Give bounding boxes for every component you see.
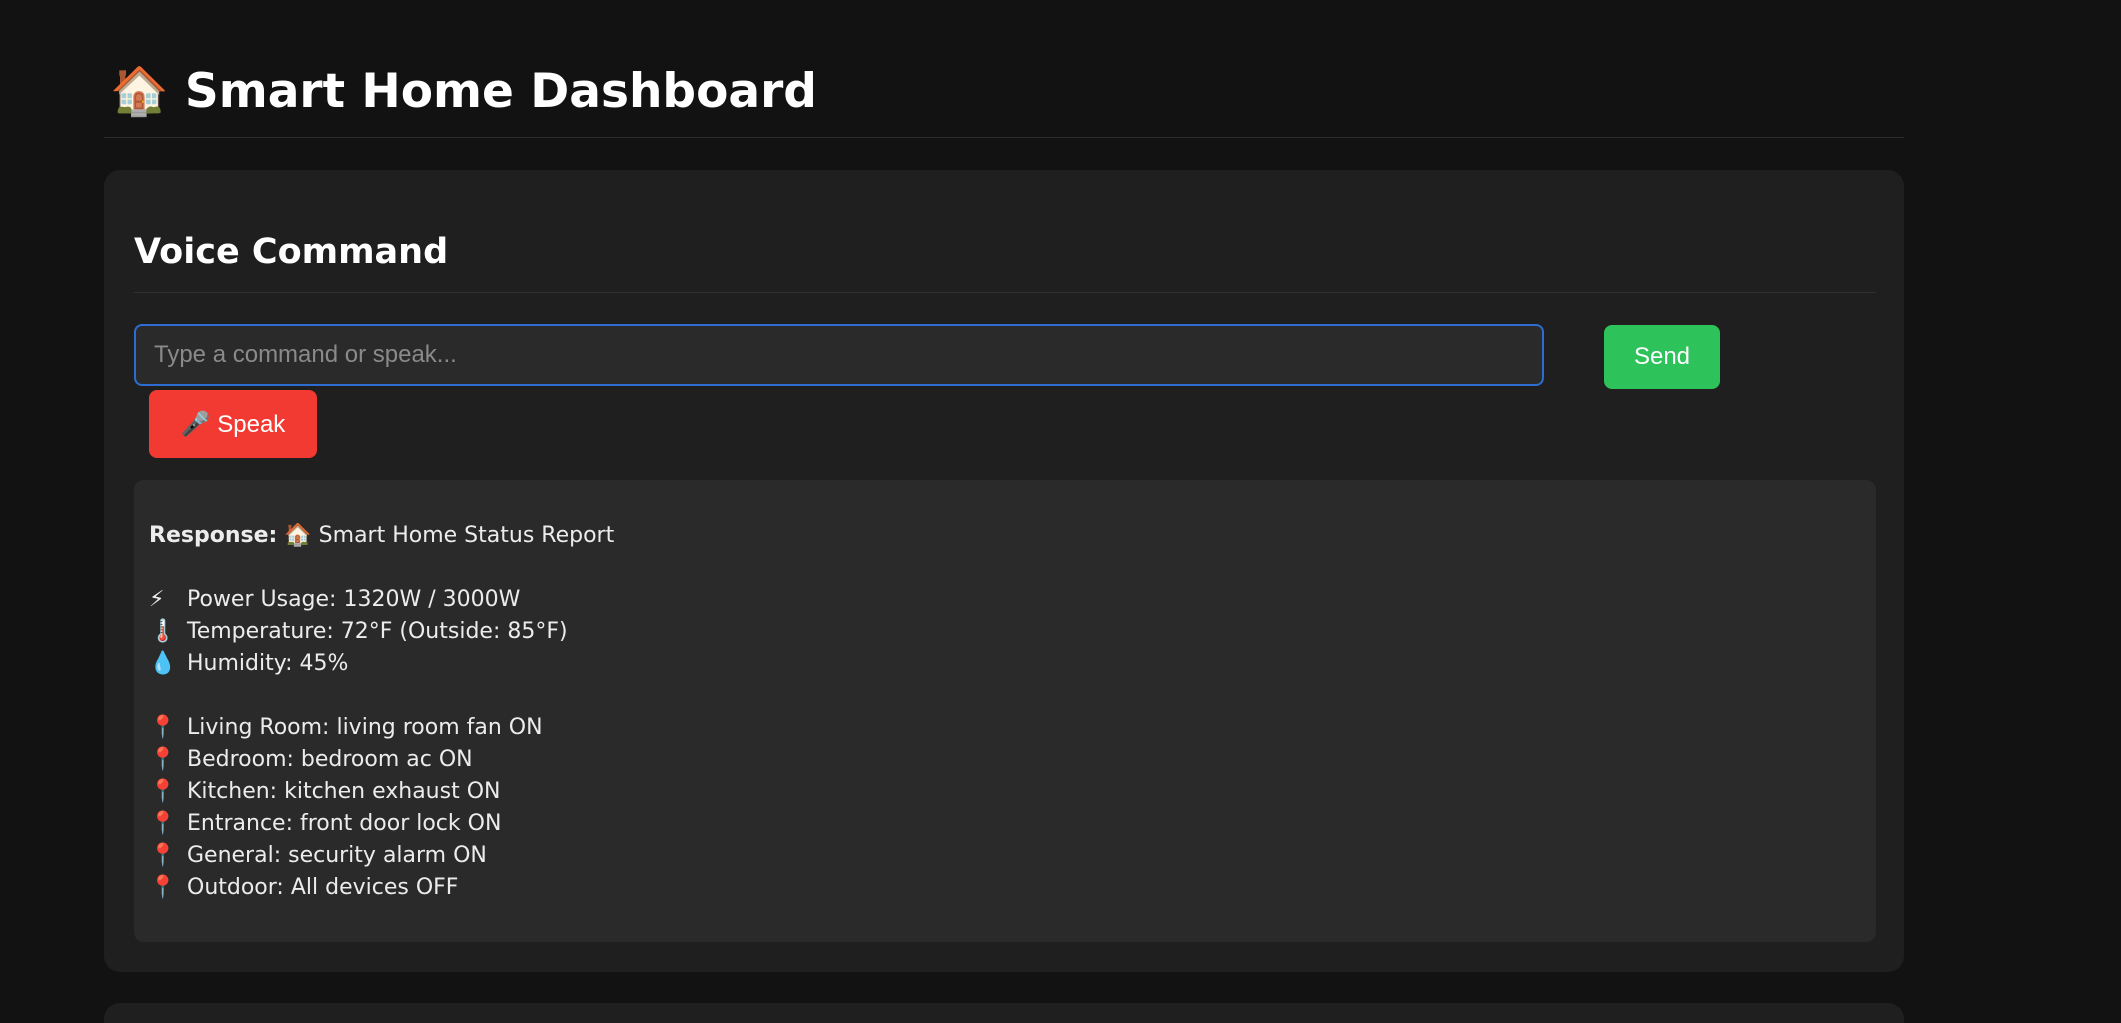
list-item-text: General: security alarm ON	[187, 843, 487, 868]
page-header: 🏠 Smart Home Dashboard	[104, 52, 1904, 138]
list-item-text: Outdoor: All devices OFF	[187, 875, 459, 900]
section-divider	[134, 292, 1876, 293]
list-item: 🌡️ Temperature: 72°F (Outside: 85°F)	[149, 616, 614, 648]
thermometer-icon: 🌡️	[149, 619, 177, 644]
command-input[interactable]	[134, 324, 1544, 386]
droplet-icon: 💧	[149, 651, 177, 676]
list-item: 📍 Outdoor: All devices OFF	[149, 872, 614, 904]
list-item: 📍 Bedroom: bedroom ac ON	[149, 744, 614, 776]
page-title: 🏠 Smart Home Dashboard	[110, 64, 817, 119]
list-item: 📍 Kitchen: kitchen exhaust ON	[149, 776, 614, 808]
response-text: Response: 🏠 Smart Home Status Report ⚡ Po…	[149, 520, 614, 904]
response-label: Response:	[149, 523, 278, 548]
rooms-list: 📍 Living Room: living room fan ON 📍 Bedroom…	[149, 712, 614, 904]
page: 🏠 Smart Home Dashboard Voice Command Sen…	[0, 0, 2121, 1023]
list-item-text: Kitchen: kitchen exhaust ON	[187, 779, 501, 804]
list-item-text: Humidity: 45%	[187, 651, 349, 676]
list-item-text: Power Usage: 1320W / 3000W	[187, 587, 521, 612]
pin-icon: 📍	[149, 747, 177, 772]
list-item: 📍 Entrance: front door lock ON	[149, 808, 614, 840]
response-header-line: Response: 🏠 Smart Home Status Report	[149, 520, 614, 552]
speak-button[interactable]: 🎤 Speak	[149, 390, 317, 458]
pin-icon: 📍	[149, 875, 177, 900]
voice-command-card: Voice Command Send 🎤 Speak Response: 🏠 S…	[104, 170, 1904, 972]
stats-list: ⚡ Power Usage: 1320W / 3000W 🌡️ Temperature…	[149, 584, 614, 680]
list-item-text: Bedroom: bedroom ac ON	[187, 747, 473, 772]
pin-icon: 📍	[149, 715, 177, 740]
pin-icon: 📍	[149, 779, 177, 804]
response-panel: Response: 🏠 Smart Home Status Report ⚡ Po…	[134, 480, 1876, 942]
pin-icon: 📍	[149, 843, 177, 868]
list-item-text: Temperature: 72°F (Outside: 85°F)	[187, 619, 568, 644]
list-item: 📍 General: security alarm ON	[149, 840, 614, 872]
response-heading: 🏠 Smart Home Status Report	[284, 523, 615, 548]
next-card	[104, 1003, 1904, 1023]
pin-icon: 📍	[149, 811, 177, 836]
list-item: ⚡ Power Usage: 1320W / 3000W	[149, 584, 614, 616]
list-item-text: Entrance: front door lock ON	[187, 811, 502, 836]
list-item: 📍 Living Room: living room fan ON	[149, 712, 614, 744]
list-item-text: Living Room: living room fan ON	[187, 715, 543, 740]
list-item: 💧 Humidity: 45%	[149, 648, 614, 680]
section-title: Voice Command	[134, 232, 449, 272]
send-button[interactable]: Send	[1604, 325, 1720, 389]
lightning-icon: ⚡	[149, 587, 165, 612]
